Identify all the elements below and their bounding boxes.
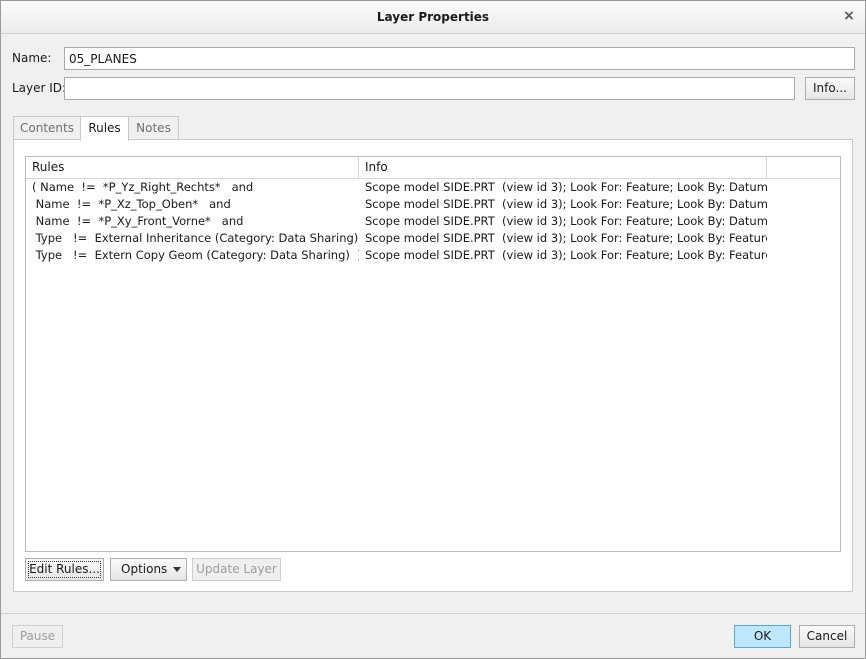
info-cell: Scope model SIDE.PRT (view id 3); Look F… xyxy=(365,248,767,262)
info-button[interactable]: Info... xyxy=(805,77,855,100)
rule-cell: ( Name != *P_Yz_Right_Rechts* and xyxy=(32,180,254,194)
name-label: Name: xyxy=(12,51,52,65)
title-bar: Layer Properties × xyxy=(1,1,865,34)
table-row[interactable]: Name != *P_Xy_Front_Vorne* and Scope mod… xyxy=(26,213,840,230)
table-body: ( Name != *P_Yz_Right_Rechts* and Scope … xyxy=(26,179,840,264)
cancel-button[interactable]: Cancel xyxy=(799,625,855,648)
info-cell: Scope model SIDE.PRT (view id 3); Look F… xyxy=(365,197,767,211)
column-header-extra[interactable] xyxy=(767,157,840,178)
update-layer-button[interactable]: Update Layer xyxy=(192,558,281,581)
table-row[interactable]: ( Name != *P_Yz_Right_Rechts* and Scope … xyxy=(26,179,840,196)
rule-cell: Type != External Inheritance (Category: … xyxy=(32,231,359,245)
footer-divider xyxy=(1,613,865,614)
close-icon[interactable]: × xyxy=(841,8,857,24)
ok-button[interactable]: OK xyxy=(734,625,791,648)
tab-notes[interactable]: Notes xyxy=(128,116,179,140)
rules-tab-panel: Rules Info ( Name != *P_Yz_Right_Rechts*… xyxy=(13,139,853,592)
edit-rules-button[interactable]: Edit Rules... xyxy=(25,558,104,581)
pause-button[interactable]: Pause xyxy=(12,625,63,648)
name-input[interactable] xyxy=(64,47,855,70)
info-cell: Scope model SIDE.PRT (view id 3); Look F… xyxy=(365,231,767,245)
options-label: Options xyxy=(121,562,168,576)
dialog-title: Layer Properties xyxy=(376,10,490,24)
rule-cell: Name != *P_Xy_Front_Vorne* and xyxy=(32,214,244,228)
rule-cell: Name != *P_Xz_Top_Oben* and xyxy=(32,197,231,211)
tab-contents[interactable]: Contents xyxy=(13,116,81,140)
column-header-rules[interactable]: Rules xyxy=(26,157,359,178)
table-header: Rules Info xyxy=(26,157,840,179)
layer-properties-dialog: Layer Properties × Name: Layer ID: Info.… xyxy=(0,0,866,659)
rule-cell: Type != Extern Copy Geom (Category: Data… xyxy=(32,248,359,262)
tab-rules[interactable]: Rules xyxy=(80,116,129,141)
table-row[interactable]: Name != *P_Xz_Top_Oben* and Scope model … xyxy=(26,196,840,213)
info-cell: Scope model SIDE.PRT (view id 3); Look F… xyxy=(365,214,767,228)
layer-id-label: Layer ID: xyxy=(12,81,67,95)
layer-id-input[interactable] xyxy=(64,77,795,100)
column-header-info[interactable]: Info xyxy=(359,157,767,178)
rules-table: Rules Info ( Name != *P_Yz_Right_Rechts*… xyxy=(25,156,841,552)
options-dropdown[interactable]: Options xyxy=(110,558,187,581)
table-row[interactable]: Type != Extern Copy Geom (Category: Data… xyxy=(26,247,840,264)
info-cell: Scope model SIDE.PRT (view id 3); Look F… xyxy=(365,180,767,194)
table-row[interactable]: Type != External Inheritance (Category: … xyxy=(26,230,840,247)
chevron-down-icon xyxy=(173,567,181,572)
